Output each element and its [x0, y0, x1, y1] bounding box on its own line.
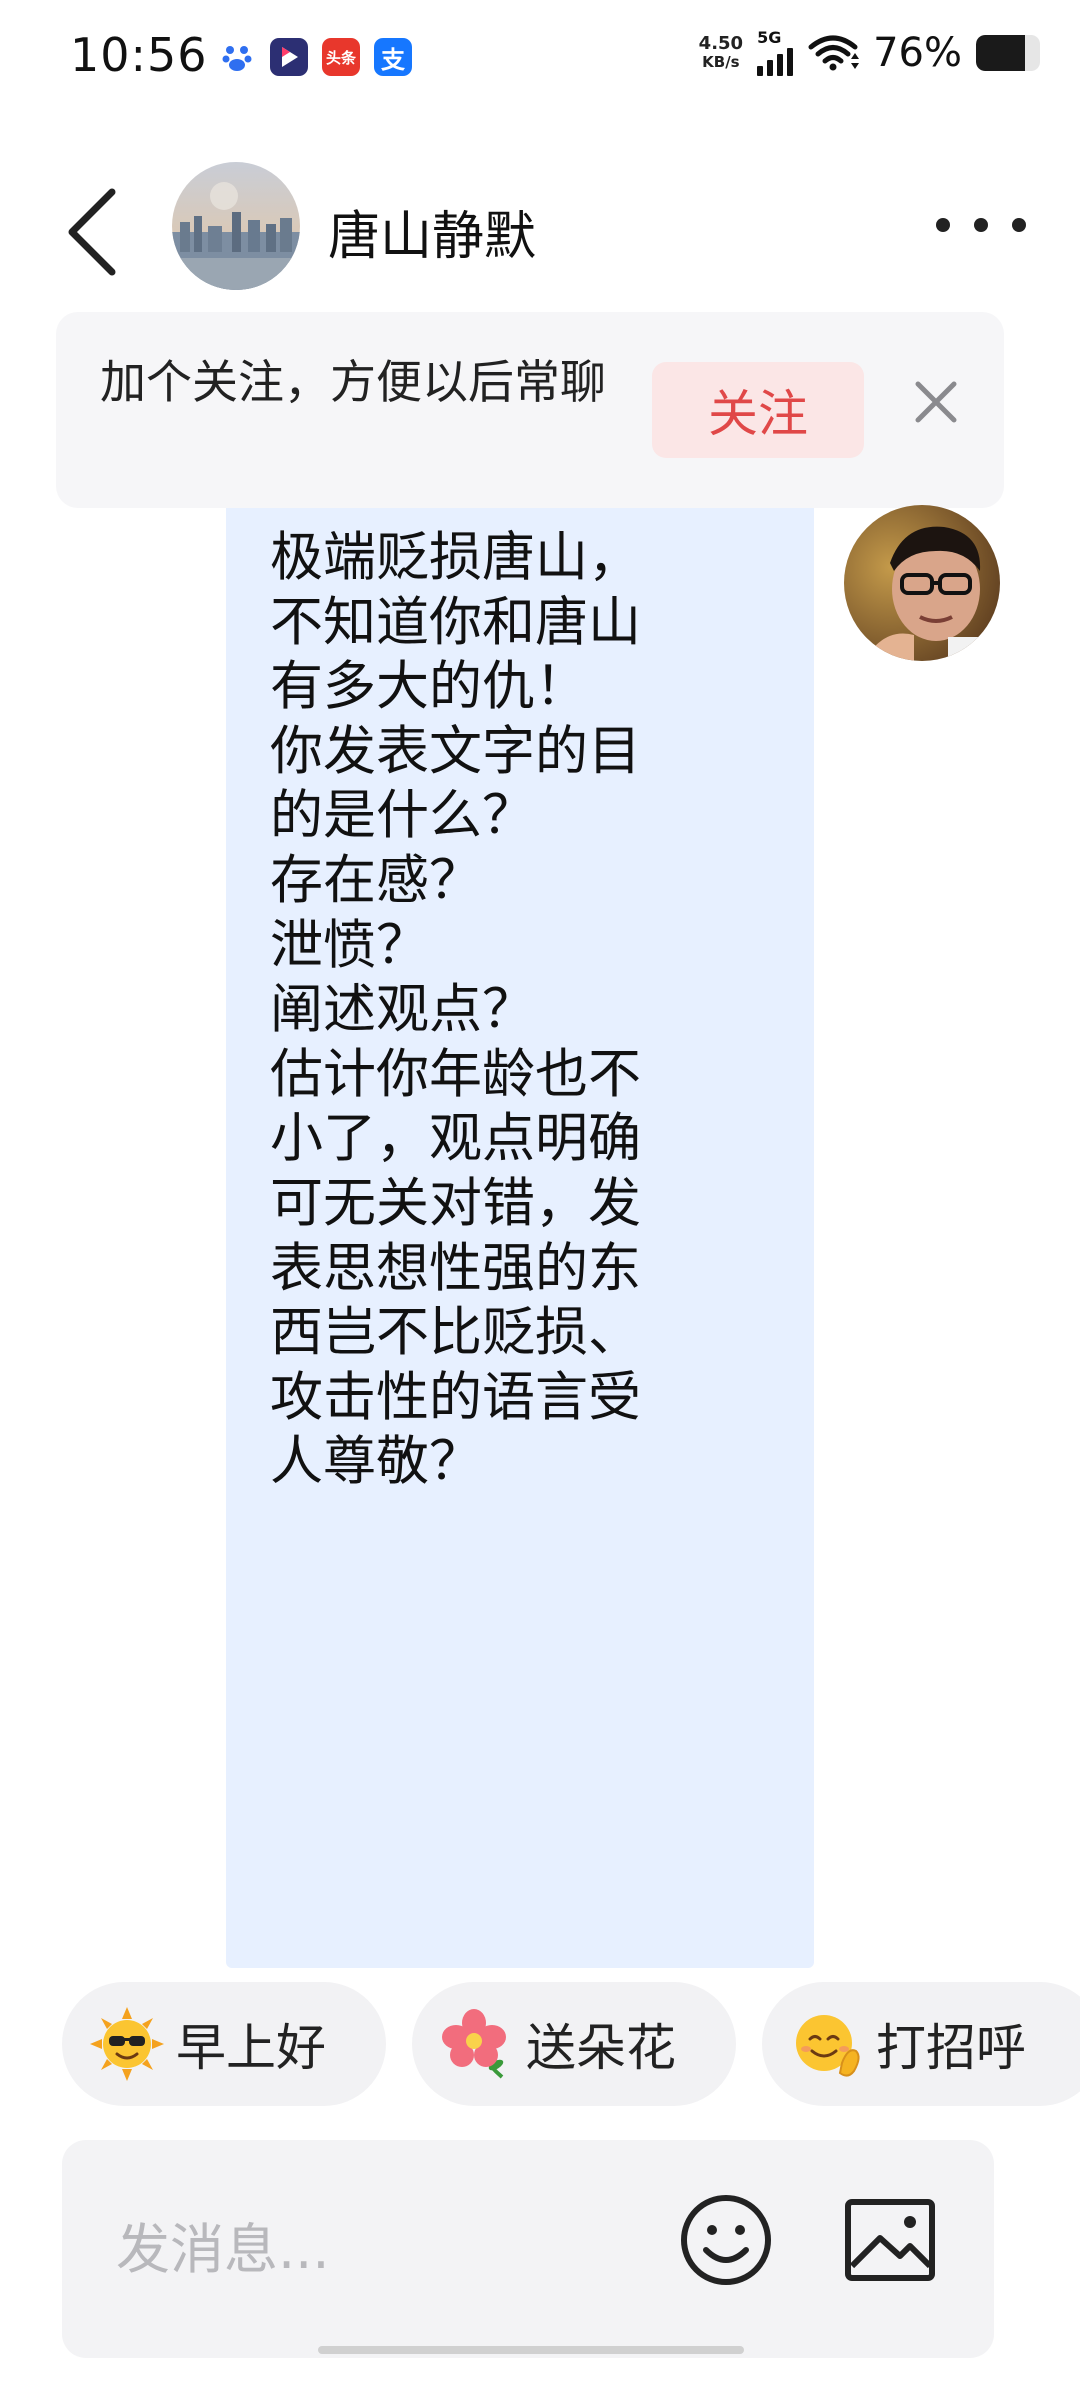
chevron-left-icon: [68, 188, 116, 276]
smiley-icon: [681, 2195, 771, 2285]
battery-icon: [976, 35, 1040, 71]
sun-sunglasses-icon: [90, 2007, 164, 2081]
quick-reply-say-hello[interactable]: 打招呼: [762, 1982, 1080, 2106]
battery-fill: [976, 35, 1025, 71]
baidu-icon: [218, 38, 256, 76]
sender-avatar[interactable]: [844, 505, 1000, 661]
network-speed-unit: KB/s: [702, 53, 740, 71]
city-skyline-image: [172, 162, 300, 290]
message-text: 极端贬损唐山， 不知道你和唐山 有多大的仇！ 你发表文字的目 的是什么？ 存在感…: [270, 527, 641, 1493]
message-bubble[interactable]: 极端贬损唐山， 不知道你和唐山 有多大的仇！ 你发表文字的目 的是什么？ 存在感…: [226, 508, 814, 1968]
more-dot-icon: [936, 218, 950, 232]
notification-icons: 头条 支: [218, 38, 412, 76]
image-button[interactable]: [842, 2196, 938, 2284]
wifi-icon: [808, 35, 860, 71]
follow-button[interactable]: 关注: [652, 362, 864, 458]
image-icon: [845, 2199, 935, 2281]
chat-header: 唐山静默: [0, 150, 1080, 300]
battery-percent: 76%: [873, 30, 962, 76]
toutiao-icon: 头条: [322, 38, 360, 76]
network-speed: 4.50 KB/s: [698, 33, 744, 72]
quick-reply-label: 早上好: [176, 2019, 326, 2077]
network-speed-value: 4.50: [698, 33, 744, 54]
more-options-button[interactable]: [936, 210, 1026, 240]
home-indicator[interactable]: [318, 2346, 744, 2354]
man-portrait-image: [844, 505, 1000, 661]
quick-reply-good-morning[interactable]: 早上好: [62, 1982, 386, 2106]
network-type: 5G: [757, 28, 782, 47]
follow-banner-text: 加个关注，方便以后常聊: [100, 355, 606, 409]
status-bar: 10:56 头条 支 4.50 KB/s 5G 76%: [0, 0, 1080, 118]
contact-avatar[interactable]: [172, 162, 300, 290]
quick-replies: 早上好 送朵花 打招呼: [62, 1982, 1080, 2110]
wave-smile-icon: [790, 2007, 864, 2081]
back-button[interactable]: [62, 186, 122, 278]
close-banner-button[interactable]: [908, 374, 964, 430]
emoji-button[interactable]: [678, 2192, 774, 2288]
status-indicators: 4.50 KB/s 5G 76%: [699, 30, 1040, 76]
message-input[interactable]: [114, 2208, 618, 2290]
quick-reply-label: 打招呼: [876, 2019, 1026, 2077]
status-time: 10:56: [70, 28, 208, 82]
quick-reply-label: 送朵花: [526, 2019, 676, 2077]
signal-bars-icon: [757, 46, 794, 76]
quick-reply-send-flower[interactable]: 送朵花: [412, 1982, 736, 2106]
follow-banner: 加个关注，方便以后常聊 关注: [56, 312, 1004, 508]
close-icon: [915, 381, 957, 423]
contact-name[interactable]: 唐山静默: [328, 194, 536, 269]
more-dot-icon: [1012, 218, 1026, 232]
video-app-icon: [270, 38, 308, 76]
more-dot-icon: [974, 218, 988, 232]
flower-icon: [440, 2007, 514, 2081]
cellular-signal: 5G: [757, 28, 794, 76]
alipay-icon: 支: [374, 38, 412, 76]
message-input-bar: [62, 2140, 994, 2358]
